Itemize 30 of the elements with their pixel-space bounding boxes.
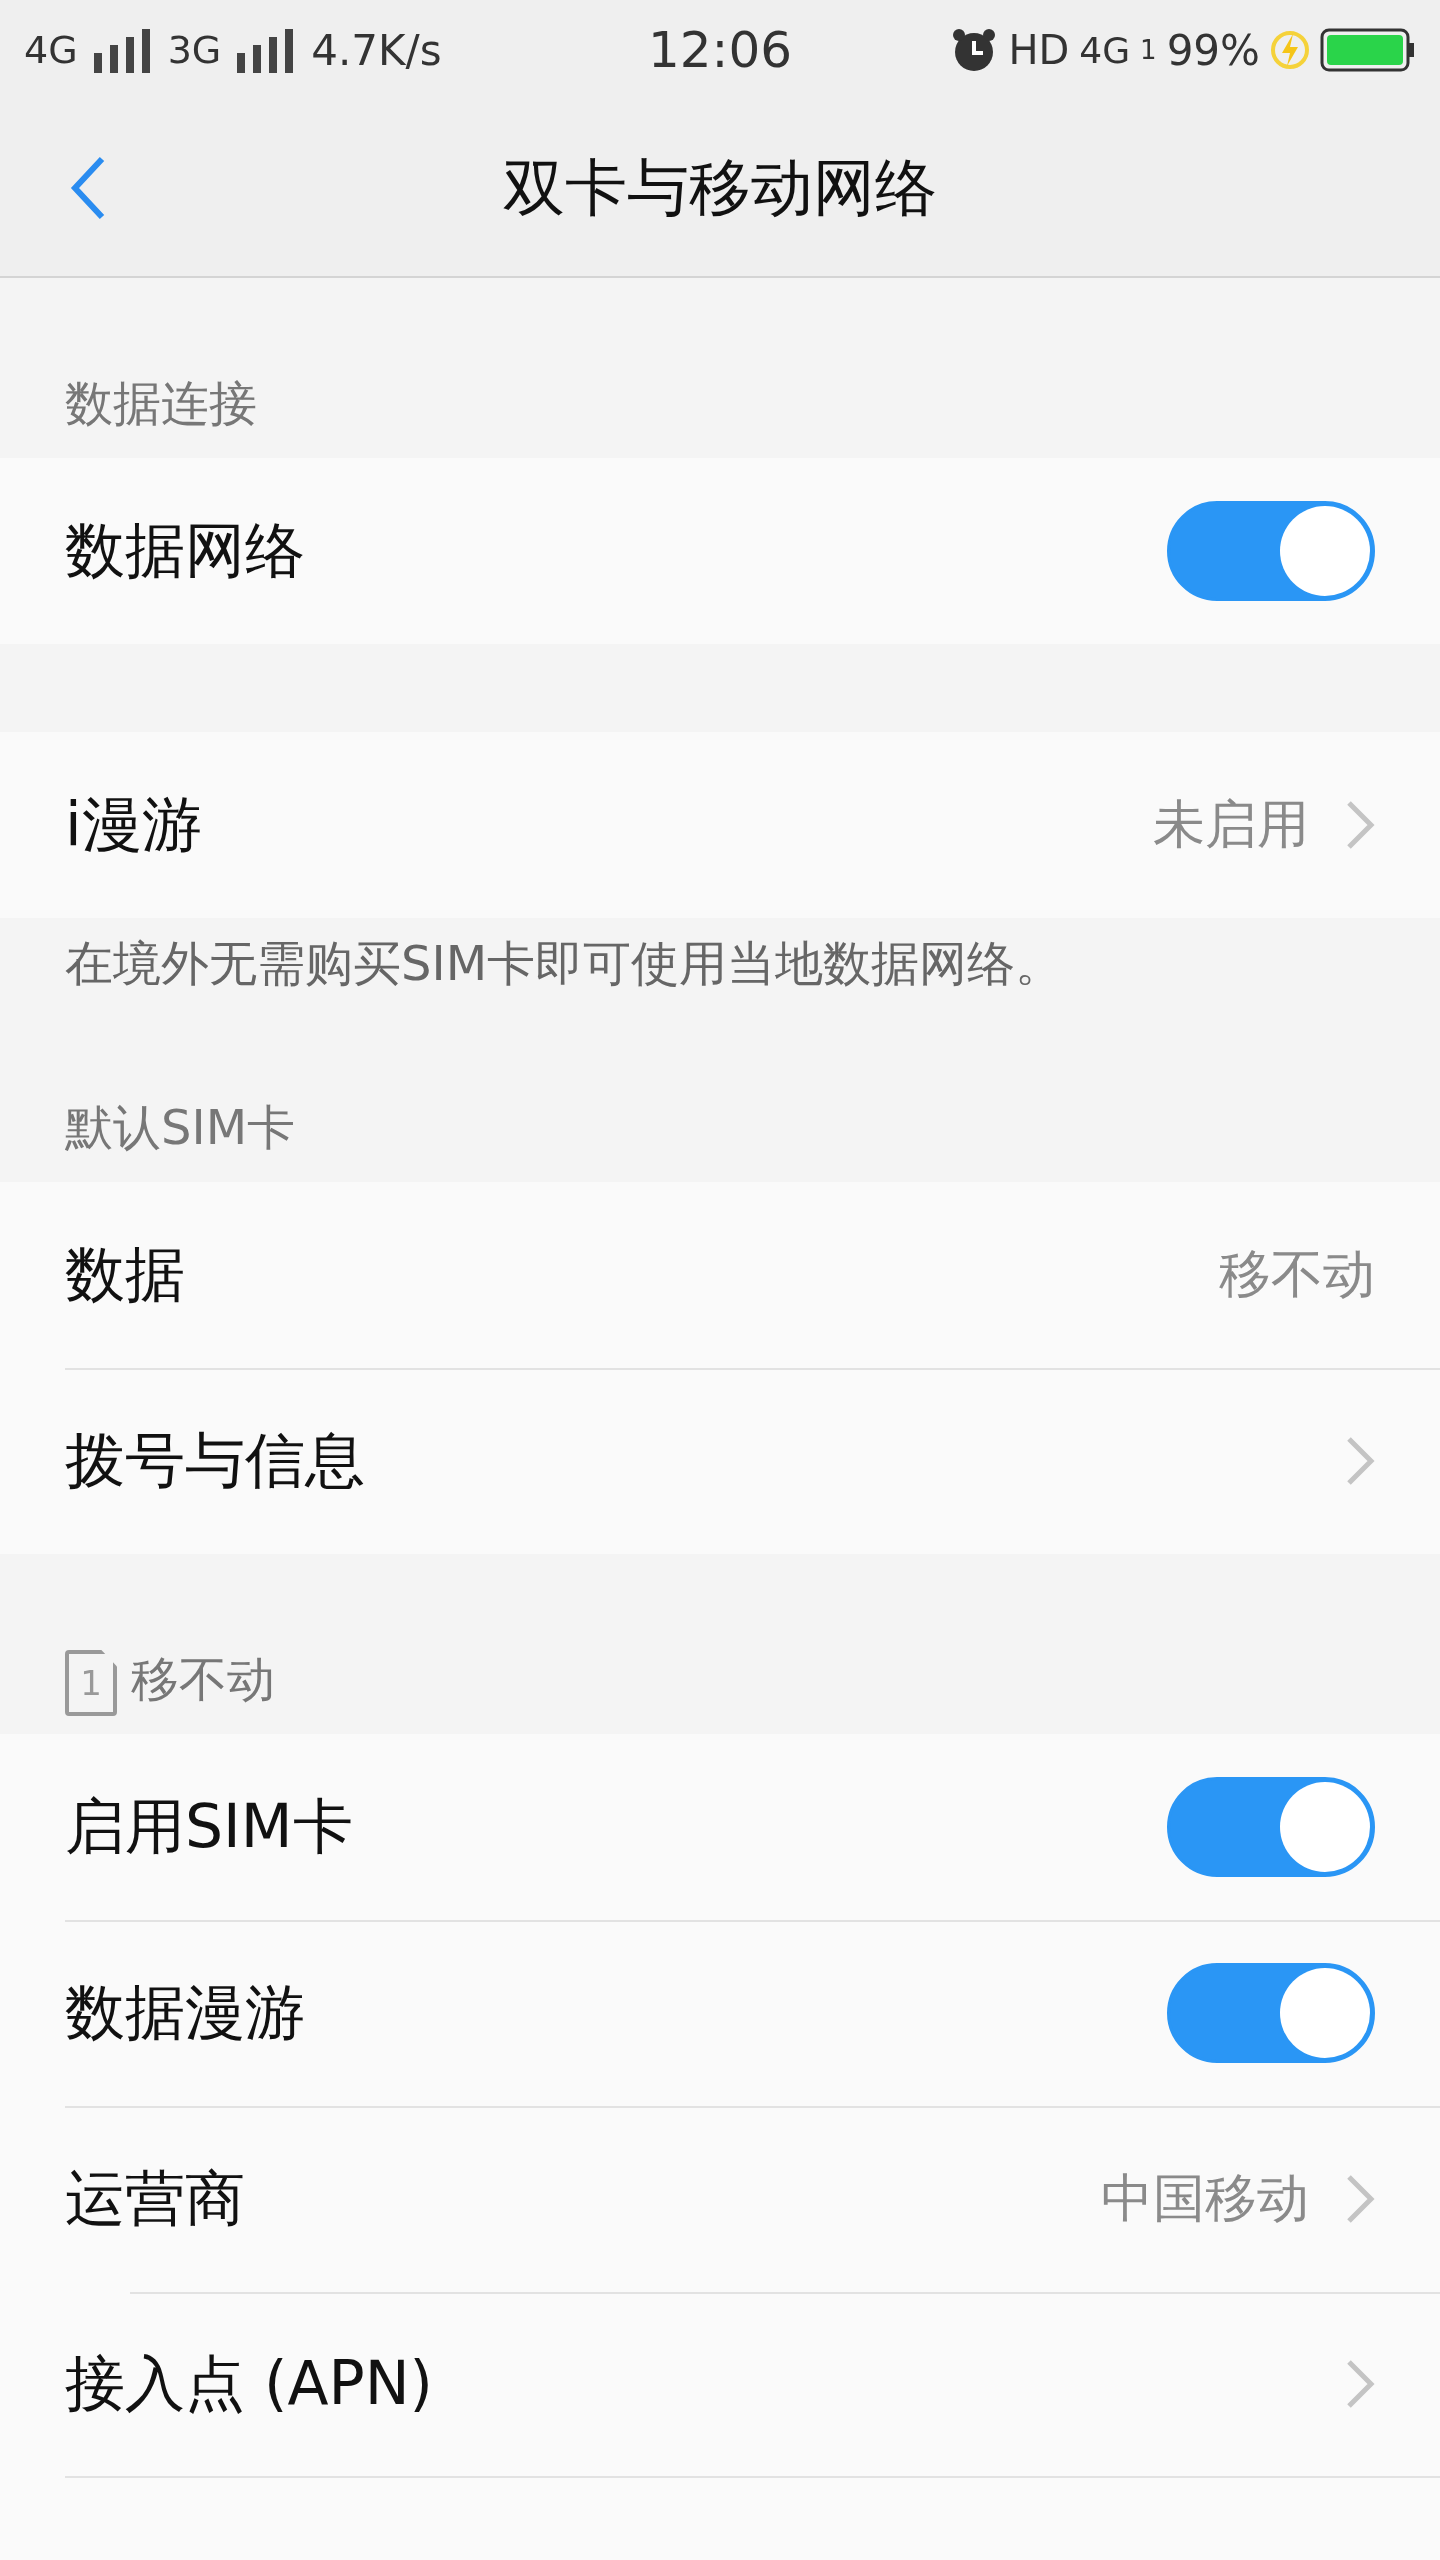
setting-label: 数据漫游 xyxy=(65,1975,306,2049)
section-label: 默认SIM卡 xyxy=(65,1098,296,1157)
hd-indicator: HD xyxy=(1008,27,1070,73)
section-label: 数据连接 xyxy=(65,374,257,433)
description-text: 在境外无需购买SIM卡即可使用当地数据网络。 xyxy=(64,934,1065,993)
setting-label: 接入点 (APN) xyxy=(65,2346,434,2420)
setting-value: 移不动 xyxy=(1219,1243,1375,1306)
setting-value: 中国移动 xyxy=(1101,2167,1309,2230)
chevron-icon xyxy=(1345,2173,1375,2225)
setting-label: 数据 xyxy=(65,1237,186,1311)
network-speed: 4.7K/s xyxy=(311,25,442,75)
setting-label: 启用SIM卡 xyxy=(65,1789,354,1863)
network-type: 4G xyxy=(1079,29,1131,71)
page-title: 双卡与移动网络 xyxy=(503,150,937,226)
setting-label: 数据网络 xyxy=(65,513,306,587)
battery-icon xyxy=(1320,28,1416,72)
setting-label: 运营商 xyxy=(65,2161,246,2235)
sim-index: 1 xyxy=(1140,35,1157,65)
setting-label: 拨号与信息 xyxy=(65,1423,366,1497)
section-label: 移不动 xyxy=(131,1650,275,1709)
chevron-icon xyxy=(1345,1435,1375,1487)
sim-card-icon: 1 xyxy=(65,1650,117,1716)
clock: 12:06 xyxy=(647,21,793,79)
chevron-icon xyxy=(1345,2358,1375,2410)
setting-value: 未启用 xyxy=(1153,793,1309,856)
battery-percent: 99% xyxy=(1166,25,1260,75)
network-type: 3G xyxy=(167,28,222,72)
network-type: 4G xyxy=(24,28,78,72)
chevron-icon xyxy=(1345,799,1375,851)
setting-label: i漫游 xyxy=(65,787,203,861)
